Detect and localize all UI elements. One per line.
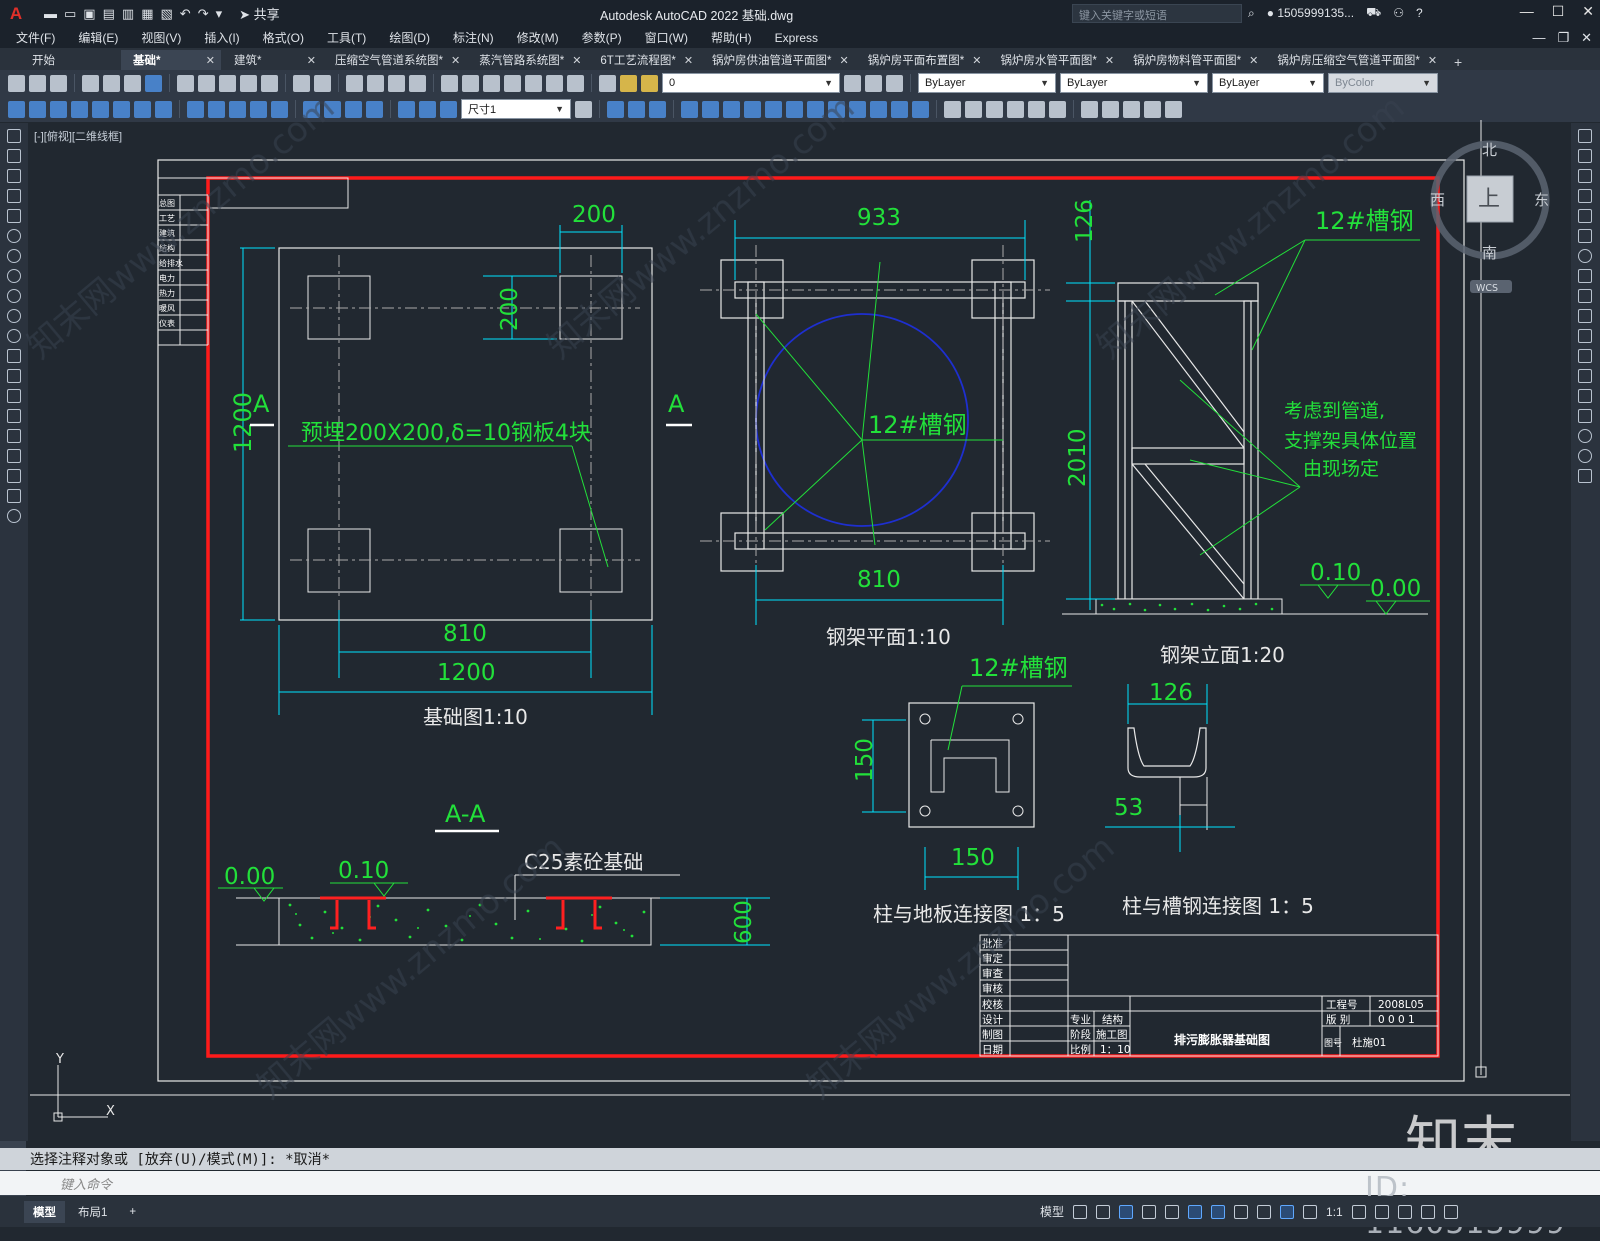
version-value: 0 0 0 1 (1378, 1014, 1415, 1026)
foundation-caption: 基础图1:10 (423, 705, 528, 729)
dim-1200-horizontal: 1200 (437, 660, 496, 686)
level-000-section: 0.00 (224, 864, 275, 890)
dim-150-horizontal: 150 (951, 845, 995, 871)
command-input[interactable]: 键入命令 (0, 1171, 1600, 1195)
role-label: 日期 (982, 1044, 1003, 1056)
svg-text:知末网www.znzmo.com: 知末网www.znzmo.com (20, 87, 342, 366)
plan-caption: 钢架平面1:10 (826, 625, 951, 649)
dim-200-side: 200 (497, 287, 523, 331)
scale-label: 比例 (1070, 1043, 1091, 1056)
column-channel-detail: 126 53 柱与槽钢连接图 1：5 (1105, 680, 1314, 918)
embedded-plate-note: 预埋200X200,δ=10钢板4块 (301, 421, 591, 446)
viewcube-north[interactable]: 北 (1482, 141, 1497, 159)
snap-icon[interactable] (1096, 1204, 1111, 1219)
ucs-x-label: X (106, 1104, 115, 1119)
section-mark-left: A (253, 390, 270, 418)
dim-150-vertical: 150 (852, 738, 878, 782)
svg-text:知末网www.znzmo.com: 知末网www.znzmo.com (250, 827, 572, 1106)
wcs-menu[interactable]: WCS (1476, 283, 1498, 294)
level-010-elevation: 0.10 (1310, 560, 1361, 586)
scale-value: 1：10 (1100, 1044, 1131, 1056)
project-no-value: 2008L05 (1378, 999, 1424, 1011)
model-space-toggle[interactable]: 模型 (1040, 1203, 1064, 1220)
viewcube-top[interactable]: 上 (1478, 187, 1500, 212)
dim-600: 600 (731, 900, 757, 944)
drawing-title: 排污膨胀器基础图 (1174, 1032, 1270, 1047)
elevation-note-line2: 支撑架具体位置 (1284, 430, 1417, 452)
workspace-gear-icon[interactable] (1351, 1204, 1366, 1219)
column-channel-caption: 柱与槽钢连接图 1：5 (1122, 894, 1314, 918)
channel-label-plan: 12#槽钢 (868, 411, 967, 439)
sign-label: 仪表 (159, 318, 175, 328)
title-block: 批准 审定 审查 审核 校核 设计 制图 日期 专业 结构 阶段 施工图 比例 … (979, 934, 1439, 1057)
command-history: 选择注释对象或 [放弃(U)/模式(M)]: *取消* (0, 1148, 1600, 1170)
layout1-tab[interactable]: 布局1 (69, 1201, 116, 1223)
dim-53: 53 (1114, 795, 1143, 821)
role-label: 校核 (982, 998, 1003, 1011)
dim-810: 810 (443, 621, 487, 647)
sign-label: 总图 (159, 198, 175, 208)
polar-icon[interactable] (1142, 1204, 1157, 1219)
steel-frame-elevation: 126 2010 12#槽钢 考虑到管道, 支撑架具体位置 由现场定 0.10 … (1062, 199, 1430, 667)
level-010-section: 0.10 (338, 858, 389, 884)
osnap-tracking-icon[interactable] (1188, 1204, 1203, 1219)
level-000-elevation: 0.00 (1370, 576, 1421, 602)
phase-value: 施工图 (1096, 1028, 1128, 1041)
plus-icon[interactable] (1374, 1204, 1389, 1219)
fullscreen-icon[interactable] (1420, 1204, 1435, 1219)
channel-label-detail: 12#槽钢 (969, 654, 1068, 682)
grid-icon[interactable] (1073, 1204, 1088, 1219)
viewcube[interactable]: 上 北 南 东 西 WCS (1430, 140, 1550, 294)
viewcube-west[interactable]: 西 (1430, 191, 1445, 209)
add-layout-icon[interactable]: + (120, 1203, 145, 1221)
auto-scale-icon[interactable] (1303, 1204, 1318, 1219)
cad-drawing: 总图 工艺 建筑 结构 给排水 电力 热力 暖风 仪表 1200 200 200… (20, 87, 1570, 1122)
lineweight-icon[interactable] (1234, 1204, 1249, 1219)
model-tab[interactable]: 模型 (24, 1200, 65, 1223)
osnap-icon[interactable] (1211, 1204, 1226, 1219)
version-label: 版 别 (1326, 1013, 1350, 1026)
ucs-y-label: Y (55, 1052, 64, 1067)
dim-810-plan: 810 (857, 567, 901, 593)
discipline-value: 结构 (1102, 1013, 1123, 1026)
ucs-icon (53, 1065, 108, 1122)
role-label: 审核 (982, 982, 1003, 995)
phase-label: 阶段 (1070, 1028, 1092, 1041)
elevation-note-line1: 考虑到管道, (1284, 400, 1385, 422)
drawing-no-value: 杜施01 (1352, 1036, 1386, 1049)
dim-126-detail: 126 (1149, 680, 1193, 706)
isolate-icon[interactable] (1397, 1204, 1412, 1219)
project-no-label: 工程号 (1326, 999, 1358, 1011)
dim-933: 933 (857, 205, 901, 231)
discipline-label: 专业 (1070, 1013, 1091, 1026)
ortho-icon[interactable] (1119, 1204, 1134, 1219)
viewcube-east[interactable]: 东 (1534, 191, 1549, 209)
sign-label: 电力 (159, 273, 175, 283)
dim-2010: 2010 (1065, 428, 1091, 487)
annotation-visibility-icon[interactable] (1280, 1204, 1295, 1219)
section-mark-right: A (668, 390, 685, 418)
steel-frame-plan: 933 810 12#槽钢 钢架平面1:10 (700, 205, 1050, 649)
role-label: 设计 (982, 1013, 1003, 1026)
isodraft-icon[interactable] (1165, 1204, 1180, 1219)
dim-126-elevation: 126 (1072, 199, 1098, 243)
channel-label-elevation: 12#槽钢 (1315, 207, 1414, 235)
elevation-note-line3: 由现场定 (1303, 458, 1379, 480)
transparency-icon[interactable] (1257, 1204, 1272, 1219)
drawing-no-label: 图号 (1324, 1038, 1342, 1049)
watermark-text: 知末网www.znzmo.com 知末网www.znzmo.com 知末网www… (20, 87, 1412, 1106)
annotation-scale[interactable]: 1:1 (1326, 1205, 1343, 1219)
role-label: 制图 (982, 1028, 1003, 1041)
status-tray: 模型 1:1 (1040, 1203, 1458, 1220)
elevation-caption: 钢架立面1:20 (1160, 643, 1285, 667)
sign-label: 暖风 (159, 304, 175, 313)
sign-label: 热力 (159, 288, 175, 298)
customize-icon[interactable] (1443, 1204, 1458, 1219)
viewcube-south[interactable]: 南 (1482, 244, 1497, 262)
section-title: A-A (445, 800, 486, 828)
dim-200-top: 200 (572, 202, 616, 228)
